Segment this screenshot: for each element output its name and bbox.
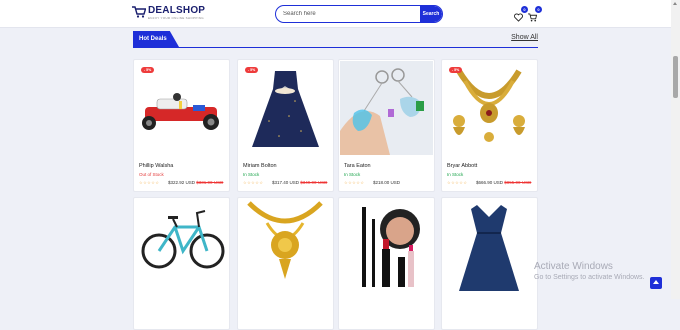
bicycle-image [141, 210, 225, 269]
product-price: $218.00 USD [373, 180, 400, 185]
gold-pendant-image [247, 201, 323, 279]
scrollbar-thumb[interactable] [673, 56, 678, 98]
logo-tagline: ENJOY YOUR ONLINE SHOPPING [148, 16, 204, 20]
discount-badge: - 5% [245, 67, 259, 73]
cosmetics-image [362, 207, 420, 287]
heart-icon [514, 13, 523, 22]
gold-necklace-set-image [453, 69, 525, 142]
rating-stars: ☆☆☆☆☆ [447, 180, 468, 185]
stock-status: In Stock [243, 172, 260, 177]
product-name[interactable]: Bryar Abbott [447, 163, 477, 169]
shopping-cart-icon [132, 6, 146, 18]
product-price: $666.90 USD $855.00 USD [476, 180, 531, 185]
product-price: $317.40 USD $349.00 USD [272, 180, 327, 185]
site-logo[interactable]: DEALSHOP ENJOY YOUR ONLINE SHOPPING [132, 5, 205, 20]
current-price: $666.90 USD [476, 180, 504, 185]
product-image[interactable] [239, 199, 332, 293]
stock-status: In Stock [344, 172, 361, 177]
product-image[interactable] [135, 61, 228, 155]
activate-windows-title: Activate Windows [534, 261, 613, 272]
discount-badge: - 5% [141, 67, 155, 73]
product-price: $322.92 USD $331.00 USD [168, 180, 223, 185]
logo-title: DEALSHOP [148, 5, 206, 16]
old-price: $349.00 USD [300, 180, 328, 185]
discount-badge: - 5% [449, 67, 463, 73]
navy-dress-image [459, 205, 519, 291]
product-image[interactable] [340, 61, 433, 155]
product-image[interactable] [340, 199, 433, 293]
rating-stars: ☆☆☆☆☆ [243, 180, 264, 185]
old-price: $855.00 USD [504, 180, 532, 185]
show-all-link[interactable]: Show All [511, 34, 538, 41]
search-bar: Search [275, 5, 443, 23]
product-card[interactable]: - 5% Bryar Abbott In Stock ☆☆☆☆☆ $666.90… [441, 59, 538, 192]
scrollbar[interactable] [671, 0, 680, 299]
product-card[interactable] [237, 197, 334, 330]
product-card[interactable] [133, 197, 230, 330]
stock-status: Out of Stock [139, 172, 164, 177]
stock-status: In Stock [447, 172, 464, 177]
cart-icon [528, 13, 538, 22]
product-image[interactable] [443, 61, 536, 155]
hot-deals-title: Hot Deals [133, 31, 179, 47]
scroll-to-top-button[interactable] [650, 277, 662, 289]
scroll-up-arrow-icon[interactable] [673, 2, 677, 5]
current-price: $317.40 USD [272, 180, 300, 185]
product-card[interactable]: - 5% Phillip Walsha Out of Stock ☆☆☆☆☆ $… [133, 59, 230, 192]
search-input[interactable] [283, 8, 413, 19]
product-image[interactable] [239, 61, 332, 155]
cart-count-badge: 0 [535, 6, 542, 13]
product-card[interactable] [338, 197, 435, 330]
go-kart-image [142, 93, 219, 130]
rating-stars: ☆☆☆☆☆ [344, 180, 365, 185]
current-price: $322.92 USD [168, 180, 196, 185]
product-card[interactable]: - 5% Miriam Bolton In Stock ☆☆☆☆☆ $317.4… [237, 59, 334, 192]
activate-windows-subtitle: Go to Settings to activate Windows. [534, 274, 645, 281]
product-name[interactable]: Miriam Bolton [243, 163, 277, 169]
wishlist-button[interactable]: 0 [514, 6, 528, 22]
girls-dress-image [252, 71, 319, 147]
product-image[interactable] [443, 199, 536, 293]
wishlist-count-badge: 0 [521, 6, 528, 13]
keychain-image [340, 61, 433, 155]
product-name[interactable]: Tara Eaton [344, 163, 371, 169]
hot-deals-header: Hot Deals Show All [133, 31, 538, 48]
product-name[interactable]: Phillip Walsha [139, 163, 173, 169]
site-header: DEALSHOP ENJOY YOUR ONLINE SHOPPING Sear… [0, 0, 671, 28]
product-image[interactable] [135, 199, 228, 293]
product-card[interactable] [441, 197, 538, 330]
rating-stars: ☆☆☆☆☆ [139, 180, 160, 185]
search-button[interactable]: Search [420, 6, 442, 22]
current-price: $218.00 USD [373, 180, 401, 185]
old-price: $331.00 USD [196, 180, 224, 185]
product-card[interactable]: Tara Eaton In Stock ☆☆☆☆☆ $218.00 USD [338, 59, 435, 192]
cart-button[interactable]: 0 [528, 6, 542, 22]
